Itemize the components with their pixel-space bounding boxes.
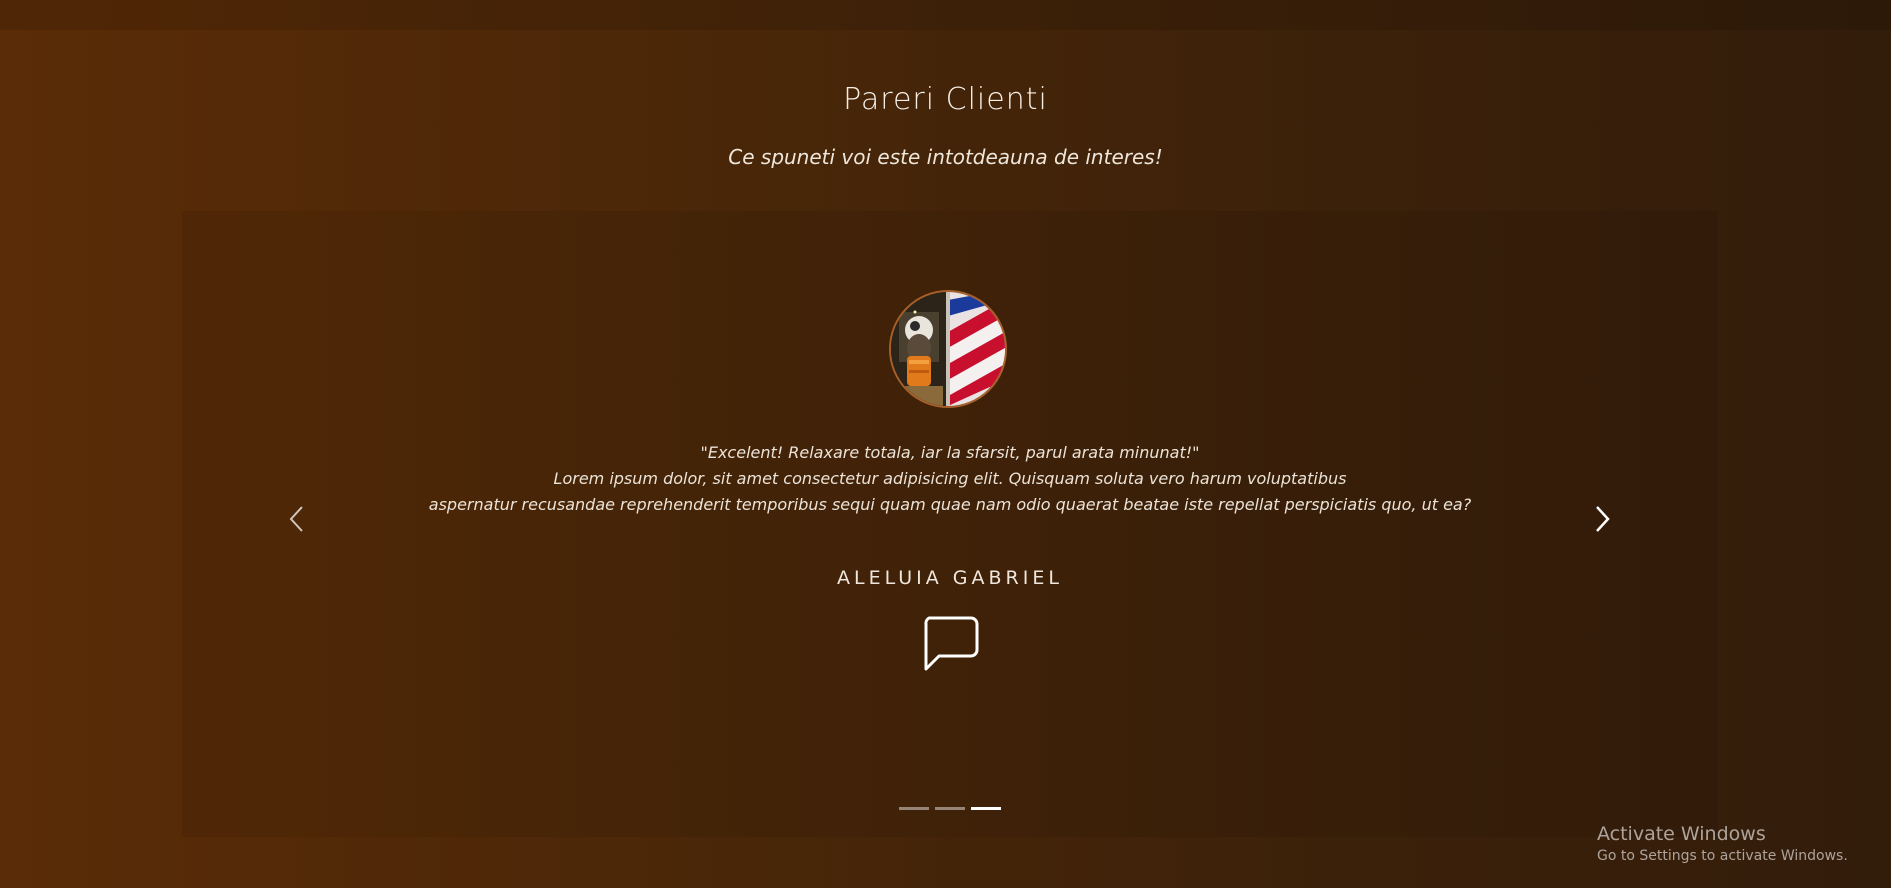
watermark-subtitle: Go to Settings to activate Windows. — [1597, 848, 1848, 864]
chat-bubble-icon — [924, 616, 979, 671]
chevron-left-icon[interactable] — [282, 497, 312, 541]
top-navbar-strip — [0, 0, 1891, 30]
testimonial-carousel: "Excelent! Relaxare totala, iar la sfars… — [182, 211, 1718, 837]
carousel-indicators — [899, 807, 1001, 810]
watermark-title: Activate Windows — [1597, 823, 1766, 845]
carousel-indicator-active[interactable] — [971, 807, 1001, 810]
chevron-right-icon[interactable] — [1587, 497, 1617, 541]
quote-line: aspernatur recusandae reprehenderit temp… — [428, 495, 1472, 514]
client-avatar — [889, 290, 1007, 408]
windows-activation-watermark: Activate Windows Go to Settings to activ… — [1597, 822, 1848, 866]
carousel-indicator[interactable] — [935, 807, 965, 810]
carousel-indicator[interactable] — [899, 807, 929, 810]
testimonial-author: ALELUIA GABRIEL — [837, 567, 1063, 589]
quote-line: Lorem ipsum dolor, sit amet consectetur … — [553, 469, 1347, 488]
testimonial-quote: "Excelent! Relaxare totala, iar la sfars… — [182, 440, 1718, 518]
section-title: Pareri Clienti — [843, 82, 1048, 117]
barber-avatar-image — [891, 292, 1005, 406]
quote-line: "Excelent! Relaxare totala, iar la sfars… — [700, 443, 1200, 462]
section-subtitle: Ce spuneti voi este intotdeauna de inter… — [728, 145, 1163, 169]
